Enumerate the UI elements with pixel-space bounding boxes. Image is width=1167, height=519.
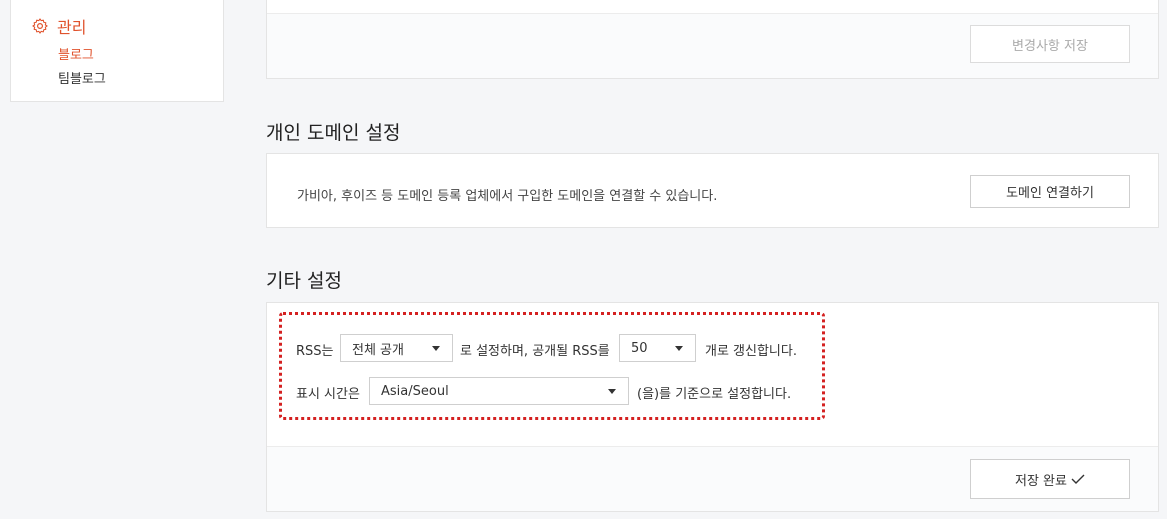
divider	[267, 13, 1158, 14]
domain-description: 가비아, 후이즈 등 도메인 등록 업체에서 구입한 도메인을 연결할 수 있습…	[297, 189, 718, 204]
top-settings-panel: 변경사항 저장	[266, 0, 1159, 79]
save-done-button[interactable]: 저장 완료	[970, 459, 1130, 499]
domain-panel: 가비아, 후이즈 등 도메인 등록 업체에서 구입한 도메인을 연결할 수 있습…	[266, 153, 1159, 228]
gear-icon	[32, 18, 48, 34]
sidebar-item-blog[interactable]: 블로그	[58, 44, 94, 63]
connect-domain-button[interactable]: 도메인 연결하기	[970, 175, 1130, 208]
sidebar: 관리 블로그 팀블로그	[10, 0, 224, 102]
menu-manage[interactable]: 관리	[31, 14, 86, 38]
etc-section-title: 기타 설정	[266, 270, 342, 292]
highlight-box	[279, 312, 825, 420]
domain-section-title: 개인 도메인 설정	[266, 122, 401, 144]
save-done-label: 저장 완료	[1015, 473, 1067, 489]
menu-title: 관리	[57, 18, 87, 37]
sidebar-item-teamblog[interactable]: 팀블로그	[58, 68, 106, 87]
check-icon	[1071, 474, 1085, 484]
save-changes-button[interactable]: 변경사항 저장	[970, 25, 1130, 63]
